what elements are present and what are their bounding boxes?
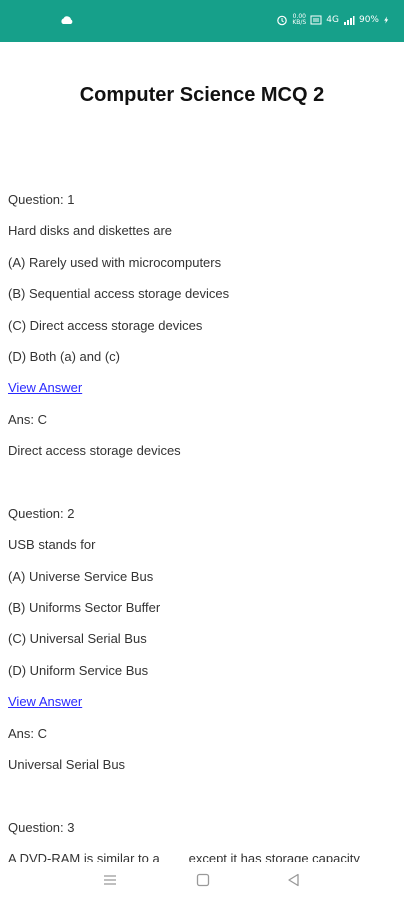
question-number: Question: 3 [8, 819, 75, 835]
home-square-icon[interactable] [193, 870, 213, 890]
view-answer-link[interactable]: View Answer [8, 694, 82, 709]
charging-icon [384, 16, 389, 24]
data-icon [310, 15, 322, 25]
option-b: (B) Sequential access storage devices [8, 286, 230, 302]
question-number: Question: 2 [8, 505, 75, 521]
menu-icon[interactable] [100, 870, 120, 890]
question-text: Hard disks and diskettes are [8, 223, 173, 239]
question-list[interactable]: Question: 1 Hard disks and diskettes are… [8, 190, 398, 862]
option-d: (D) Both (a) and (c) [8, 348, 120, 364]
option-b: (B) Uniforms Sector Buffer [8, 600, 161, 616]
system-nav-bar [0, 862, 404, 900]
option-d: (D) Uniform Service Bus [8, 662, 149, 678]
question-number: Question: 1 [8, 192, 75, 207]
alarm-icon [277, 15, 288, 26]
question-block: Question: 1 Hard disks and diskettes are… [8, 190, 398, 504]
back-triangle-icon[interactable] [284, 870, 304, 890]
network-speed: 0.00 KB/S [292, 13, 307, 26]
status-bar: 0.00 KB/S 4G 90% [0, 0, 404, 42]
signal-type: 4G [326, 15, 339, 25]
signal-icon [343, 16, 355, 25]
question-text: A DVD-RAM is similar to a ___ except it … [8, 851, 360, 862]
answer-explanation: Direct access storage devices [8, 443, 181, 459]
option-a: (A) Rarely used with microcomputers [8, 254, 222, 270]
question-block: Question: 2 USB stands for (A) Universe … [8, 504, 398, 818]
option-a: (A) Universe Service Bus [8, 568, 154, 584]
option-c: (C) Universal Serial Bus [8, 631, 147, 647]
option-c: (C) Direct access storage devices [8, 317, 203, 333]
answer-label: Ans: C [8, 411, 48, 427]
status-icons: 0.00 KB/S 4G 90% [276, 14, 390, 26]
page-title: Computer Science MCQ 2 [79, 84, 325, 106]
cloud-icon [61, 16, 73, 24]
battery-percent: 90% [358, 15, 379, 25]
view-answer-link[interactable]: View Answer [8, 380, 82, 395]
question-block: Question: 3 A DVD-RAM is similar to a __… [8, 818, 398, 862]
answer-explanation: Universal Serial Bus [8, 757, 126, 773]
question-text: USB stands for [8, 537, 96, 553]
answer-label: Ans: C [8, 725, 48, 741]
